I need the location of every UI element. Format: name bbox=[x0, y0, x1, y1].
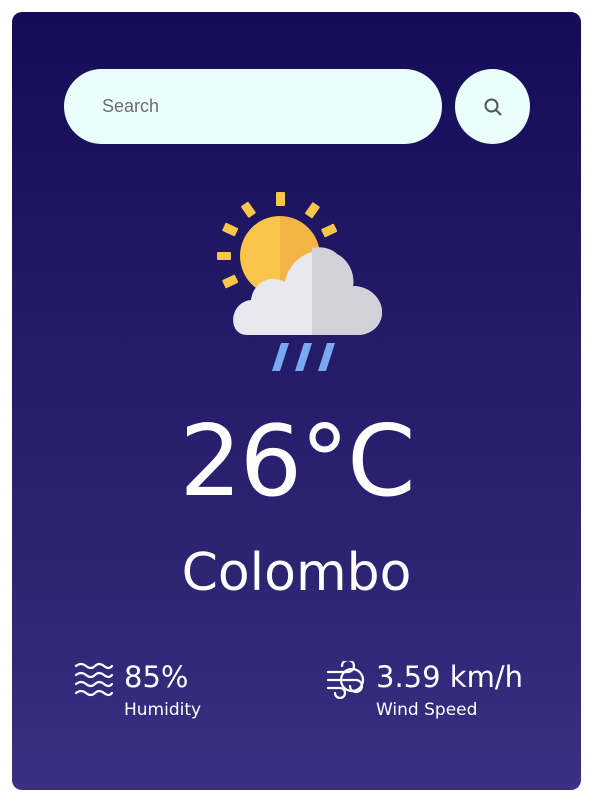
search-bar bbox=[64, 69, 530, 144]
wind-stat: 3.59 km/h Wind Speed bbox=[326, 657, 546, 727]
humidity-value: 85% bbox=[124, 660, 189, 694]
wind-icon bbox=[326, 661, 365, 699]
city-name: Colombo bbox=[181, 543, 412, 603]
weather-card: 26°C Colombo 85% Humidity 3.59 km/h Wind… bbox=[12, 12, 581, 790]
humidity-stat: 85% Humidity bbox=[74, 657, 274, 727]
humidity-label: Humidity bbox=[124, 700, 202, 720]
search-input[interactable] bbox=[64, 69, 442, 144]
temperature: 26°C bbox=[179, 405, 415, 519]
search-button[interactable] bbox=[455, 69, 530, 144]
wind-speed-value: 3.59 km/h bbox=[376, 660, 523, 694]
humidity-waves-icon bbox=[74, 662, 114, 697]
search-icon bbox=[484, 98, 501, 115]
wind-speed-label: Wind Speed bbox=[376, 700, 478, 720]
sun-cloud-rain-icon bbox=[217, 192, 382, 371]
